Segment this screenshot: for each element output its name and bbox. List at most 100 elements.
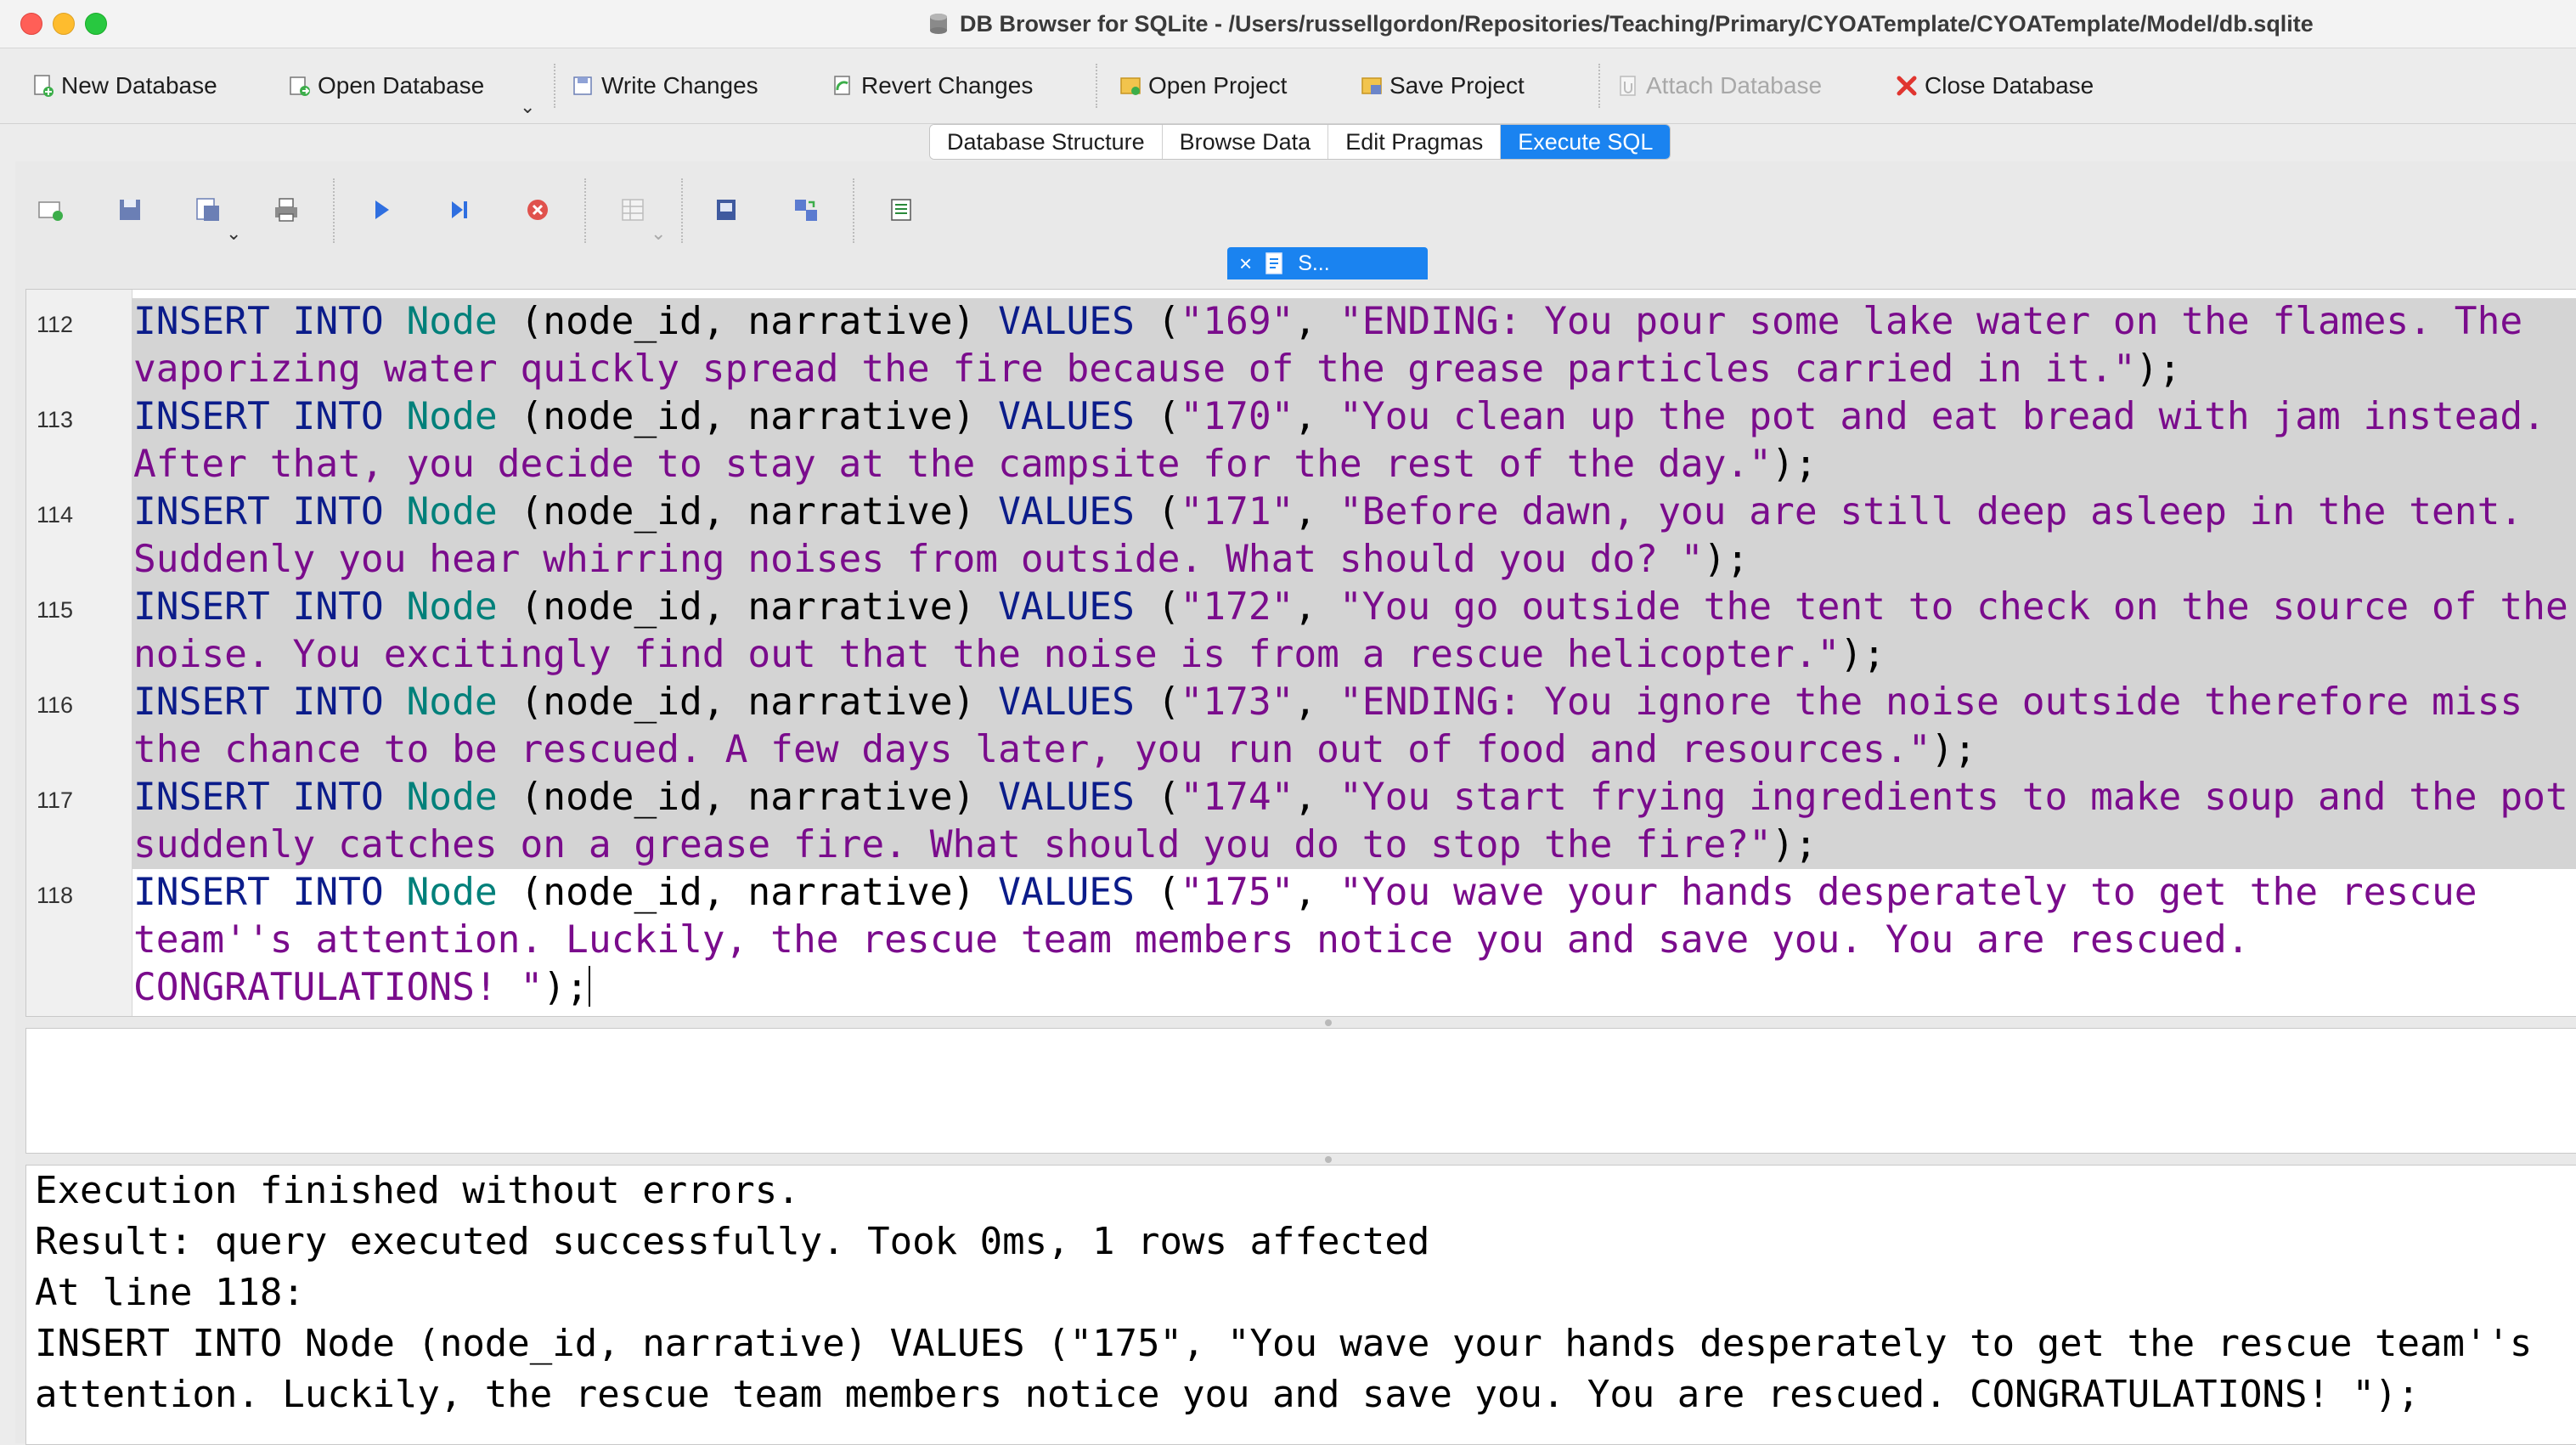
- sql-string: "170": [1180, 395, 1294, 438]
- code-row: Suddenly you hear whirring noises from o…: [132, 536, 2576, 584]
- line-number: 118: [37, 883, 74, 908]
- close-database-label: Close Database: [1925, 72, 2094, 99]
- open-database-button[interactable]: Open Database: [287, 67, 484, 104]
- close-database-icon: [1897, 76, 1917, 96]
- splitter-handle[interactable]: [1325, 1019, 1332, 1026]
- open-project-icon: [1120, 77, 1141, 95]
- tab-execute-sql[interactable]: Execute SQL: [1501, 125, 1671, 159]
- sql-comma: ,: [1294, 776, 1340, 819]
- write-changes-button[interactable]: Write Changes: [571, 67, 758, 104]
- sql-string: CONGRATULATIONS! ": [133, 966, 544, 1009]
- execute-all-icon[interactable]: [367, 195, 396, 224]
- sql-string: "You clean up the pot and eat bread with…: [1339, 395, 2545, 438]
- open-database-dropdown-chevron-icon[interactable]: ⌄: [520, 96, 535, 118]
- sql-statement-end: );: [543, 966, 589, 1009]
- code-row: After that, you decide to stay at the ca…: [132, 441, 2576, 488]
- sql-table-name: Node: [406, 680, 498, 724]
- sql-column-list: (node_id, narrative): [520, 776, 976, 819]
- sql-paren: (: [1157, 680, 1181, 724]
- sql-string: "175": [1180, 871, 1294, 914]
- sql-string: "You start frying ingredients to make so…: [1339, 776, 2568, 819]
- revert-changes-button[interactable]: Revert Changes: [831, 67, 1033, 104]
- tab-database-structure[interactable]: Database Structure: [930, 125, 1163, 159]
- code-line: 113 INSERT INTO Node (node_id, narrative)…: [26, 393, 2576, 488]
- sql-string: "You go outside the tent to check on the…: [1339, 585, 2568, 629]
- sql-paren: (: [1157, 300, 1181, 343]
- code-row: the chance to be rescued. A few days lat…: [132, 726, 2576, 774]
- attach-database-button[interactable]: Attach Database: [1615, 67, 1822, 104]
- sql-comma: ,: [1294, 871, 1340, 914]
- toolbar-separator: [1096, 64, 1097, 108]
- save-project-button[interactable]: Save Project: [1359, 67, 1525, 104]
- sql-string: suddenly catches on a grease fire. What …: [133, 823, 1772, 866]
- print-icon[interactable]: [272, 195, 301, 224]
- sql-column-list: (node_id, narrative): [520, 680, 976, 724]
- sql-editor[interactable]: 112 INSERT INTO Node (node_id, narrative)…: [25, 289, 2576, 1017]
- sql-keyword: VALUES: [998, 490, 1135, 533]
- code-row: INSERT INTO Node (node_id, narrative) VA…: [132, 393, 2576, 441]
- line-number: 113: [37, 407, 74, 432]
- line-number: 115: [37, 597, 74, 623]
- splitter-handle[interactable]: [1325, 1156, 1332, 1163]
- sql-file-icon: [1265, 252, 1282, 274]
- message-line: At line 118:: [35, 1271, 305, 1314]
- comment-lines-icon[interactable]: [887, 195, 916, 224]
- sql-comma: ,: [1294, 300, 1340, 343]
- save-sql-dropdown-chevron-icon[interactable]: ⌄: [226, 223, 241, 245]
- line-number: 117: [37, 787, 74, 813]
- query-results-grid[interactable]: [25, 1028, 2576, 1154]
- close-window-button[interactable]: [20, 13, 42, 35]
- sql-string: "174": [1180, 776, 1294, 819]
- minimize-window-button[interactable]: [53, 13, 75, 35]
- stop-execution-icon[interactable]: [523, 195, 552, 224]
- sql-paren: (: [1157, 776, 1181, 819]
- open-project-label: Open Project: [1148, 72, 1288, 99]
- sql-keyword: INSERT INTO: [133, 680, 384, 724]
- sql-table-name: Node: [406, 490, 498, 533]
- sql-table-name: Node: [406, 585, 498, 629]
- code-line: 115 INSERT INTO Node (node_id, narrative)…: [26, 584, 2576, 679]
- new-database-button[interactable]: New Database: [31, 67, 217, 104]
- message-line: Result: query executed successfully. Too…: [35, 1220, 1430, 1263]
- open-project-button[interactable]: Open Project: [1118, 67, 1287, 104]
- code-row: vaporizing water quickly spread the fire…: [132, 346, 2576, 393]
- zoom-window-button[interactable]: [85, 13, 107, 35]
- save-sql-file-icon[interactable]: [194, 195, 223, 224]
- sql-editor-tab[interactable]: × S...: [1227, 247, 1428, 279]
- sql-comma: ,: [1294, 680, 1340, 724]
- sql-toolbar-separator: [333, 178, 335, 243]
- sql-string: "172": [1180, 585, 1294, 629]
- find-replace-icon[interactable]: [792, 195, 820, 224]
- open-sql-file-icon[interactable]: [116, 195, 144, 224]
- sql-keyword: INSERT INTO: [133, 300, 384, 343]
- open-tab-icon[interactable]: [36, 195, 65, 224]
- sql-statement-end: );: [1840, 633, 1885, 676]
- sql-toolbar-separator: [584, 178, 586, 243]
- sql-string: "169": [1180, 300, 1294, 343]
- sql-table-name: Node: [406, 300, 498, 343]
- sql-statement-end: );: [1771, 443, 1818, 486]
- close-database-button[interactable]: Close Database: [1894, 67, 2094, 104]
- code-row: suddenly catches on a grease fire. What …: [132, 821, 2576, 869]
- sql-statement-end: );: [1703, 538, 1750, 581]
- find-text-icon[interactable]: [712, 195, 741, 224]
- save-results-dropdown-chevron-icon[interactable]: ⌄: [651, 223, 666, 245]
- save-results-view-icon[interactable]: [618, 195, 647, 224]
- sql-paren: (: [1157, 490, 1181, 533]
- save-project-icon: [1361, 77, 1382, 94]
- execute-current-line-icon[interactable]: [445, 195, 474, 224]
- line-number: 114: [37, 502, 74, 528]
- line-number: 116: [37, 692, 74, 718]
- sql-keyword: VALUES: [998, 776, 1135, 819]
- sql-toolbar-separator: [681, 178, 683, 243]
- tab-edit-pragmas[interactable]: Edit Pragmas: [1328, 125, 1502, 159]
- close-tab-icon[interactable]: ×: [1239, 251, 1252, 277]
- revert-changes-icon: [834, 76, 850, 95]
- sql-string: "You wave your hands desperately to get …: [1339, 871, 2477, 914]
- sql-table-name: Node: [406, 395, 498, 438]
- tab-browse-data[interactable]: Browse Data: [1162, 125, 1329, 159]
- sql-keyword: INSERT INTO: [133, 490, 384, 533]
- sql-editor-tab-label: S...: [1298, 251, 1330, 275]
- sql-keyword: VALUES: [998, 871, 1135, 914]
- sql-keyword: INSERT INTO: [133, 776, 384, 819]
